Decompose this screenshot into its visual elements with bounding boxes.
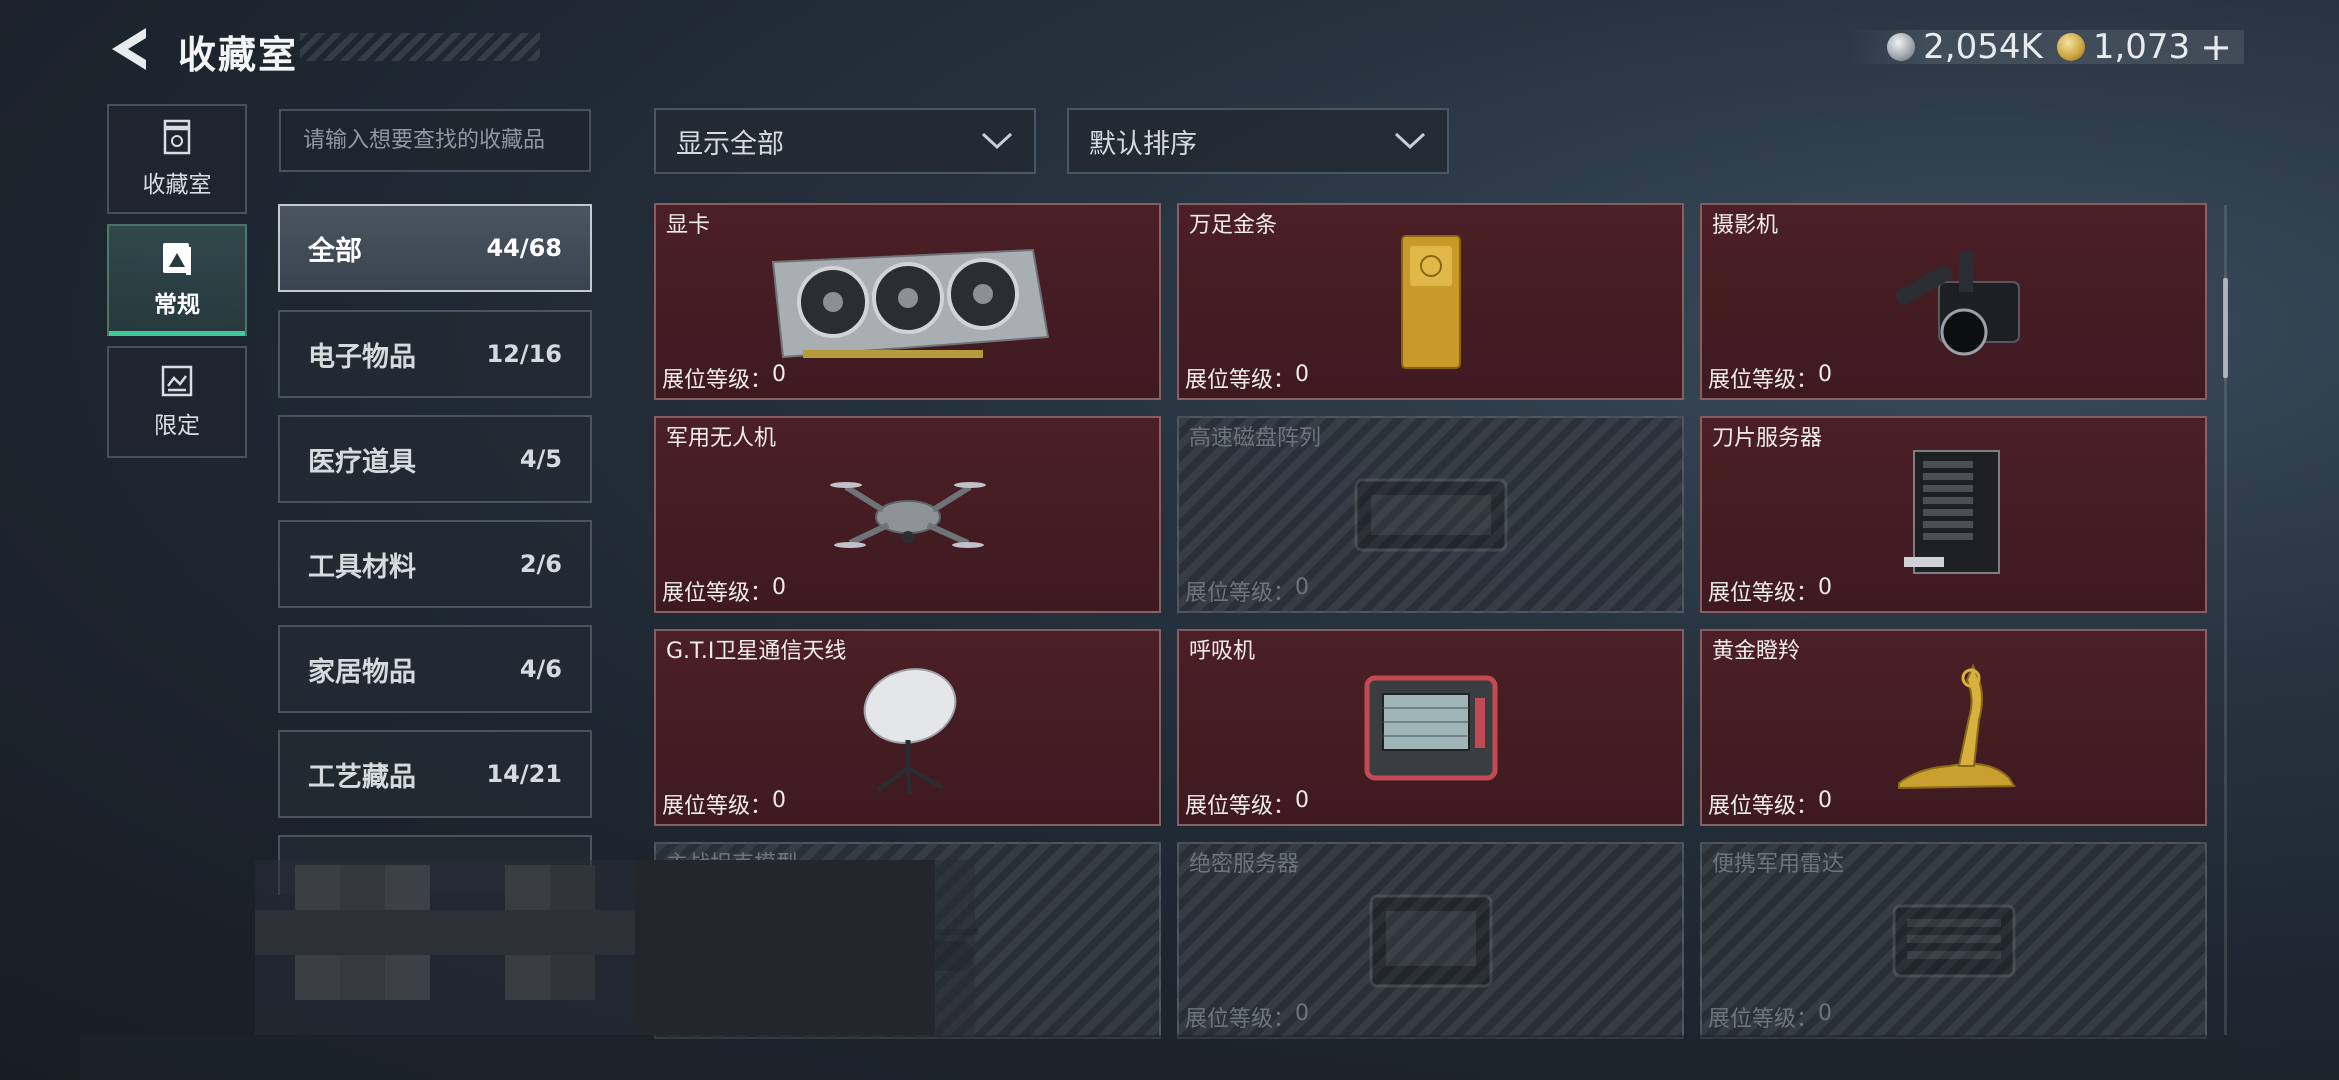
blade-server-icon [1903,449,2000,574]
collection-item-golden-gazelle[interactable]: 黄金瞪羚 展位等级： 0 [1700,629,2207,826]
category-count: 14/21 [486,760,562,788]
category-count: 44/68 [486,234,562,262]
booth-level: 展位等级： 0 [662,362,787,393]
back-arrow-icon [112,28,146,70]
item-name: 显卡 [666,213,711,238]
side-tab-label: 常规 [154,292,200,318]
booth-level: 展位等级： 0 [1708,1001,1833,1032]
standard-collection-icon [163,243,191,275]
booth-level: 展位等级： 0 [1185,575,1310,606]
active-tab-indicator [109,331,245,336]
currency-silver-value: 2,054K [1923,27,2043,67]
currency-gold[interactable]: 1,073 + [2056,25,2232,69]
disk-array-icon [1354,478,1507,551]
film-camera-icon [1894,251,2020,355]
bottom-strip [80,1035,2240,1080]
category-crafts[interactable]: 工艺藏品 14/21 [278,730,592,818]
chevron-down-icon [981,132,1013,150]
collection-item-secret-server[interactable]: 绝密服务器 展位等级： 0 [1177,842,1684,1039]
booth-level: 展位等级： 0 [1708,788,1833,819]
collection-item-satellite-antenna[interactable]: G.T.I卫星通信天线 展位等级： 0 [654,629,1161,826]
category-medical[interactable]: 医疗道具 4/5 [278,415,592,503]
display-filter-dropdown[interactable]: 显示全部 [654,108,1036,174]
booth-level: 展位等级： 0 [1708,575,1833,606]
booth-level: 展位等级： 0 [662,788,787,819]
graphics-card-icon [771,248,1049,358]
category-tools[interactable]: 工具材料 2/6 [278,520,592,608]
item-name: 呼吸机 [1189,639,1256,664]
item-name: 万足金条 [1189,213,1278,238]
category-all[interactable]: 全部 44/68 [278,204,592,292]
gold-bar-icon [1400,234,1461,369]
category-name: 全部 [308,235,362,267]
collection-item-military-drone[interactable]: 军用无人机 展位等级： 0 [654,416,1161,613]
search-input[interactable] [279,109,591,172]
booth-level: 展位等级： 0 [662,575,787,606]
category-name: 工艺藏品 [308,761,416,793]
currency-silver: 2,054K [1887,27,2043,67]
side-tab-standard[interactable]: 常规 [107,224,247,336]
display-filter-value: 显示全部 [676,128,784,160]
ventilator-icon [1364,675,1497,780]
item-name: 摄影机 [1712,213,1779,238]
showcase-icon [163,119,191,155]
side-tab-showcase[interactable]: 收藏室 [107,104,247,214]
back-button[interactable] [108,26,150,72]
portable-radar-icon [1892,904,2015,977]
currency-gold-value: 1,073 [2092,27,2191,67]
golden-gazelle-icon [1897,662,2016,789]
item-name: 便携军用雷达 [1712,852,1845,877]
satellite-dish-icon [863,667,956,794]
item-name: 刀片服务器 [1712,426,1823,451]
category-electronics[interactable]: 电子物品 12/16 [278,310,592,398]
collection-item-disk-array[interactable]: 高速磁盘阵列 展位等级： 0 [1177,416,1684,613]
item-name: 绝密服务器 [1189,852,1300,877]
grid-scrollbar-thumb[interactable] [2223,278,2228,378]
category-name: 电子物品 [308,341,416,373]
category-count: 12/16 [486,340,562,368]
page-title: 收藏室 [178,33,299,77]
item-name: 军用无人机 [666,426,777,451]
sort-dropdown[interactable]: 默认排序 [1067,108,1449,174]
sort-value: 默认排序 [1089,128,1197,160]
item-name: 黄金瞪羚 [1712,639,1801,664]
collection-item-film-camera[interactable]: 摄影机 展位等级： 0 [1700,203,2207,400]
silver-coin-icon [1887,33,1916,61]
currency-bar: 2,054K 1,073 + [1847,25,2244,69]
collection-item-gold-bar[interactable]: 万足金条 展位等级： 0 [1177,203,1684,400]
collection-item-blade-server[interactable]: 刀片服务器 展位等级： 0 [1700,416,2207,613]
side-tab-limited[interactable]: 限定 [107,346,247,458]
title-decoration [300,33,540,61]
limited-collection-icon [161,365,193,397]
category-count: 4/6 [519,655,562,683]
booth-level: 展位等级： 0 [1185,362,1310,393]
item-name: G.T.I卫星通信天线 [666,639,847,664]
booth-level: 展位等级： 0 [1708,362,1833,393]
category-count: 2/6 [519,550,562,578]
category-name: 工具材料 [308,551,416,583]
booth-level: 展位等级： 0 [1185,1001,1310,1032]
category-count: 4/5 [519,445,562,473]
item-name: 高速磁盘阵列 [1189,426,1322,451]
category-name: 家居物品 [308,656,416,688]
chevron-down-icon [1394,132,1426,150]
category-name: 医疗道具 [308,446,416,478]
category-household[interactable]: 家居物品 4/6 [278,625,592,713]
mosaic-overlay [255,860,975,1035]
collection-item-portable-radar[interactable]: 便携军用雷达 展位等级： 0 [1700,842,2207,1039]
booth-level: 展位等级： 0 [1185,788,1310,819]
drone-icon [829,481,986,548]
gold-coin-icon [2056,33,2085,61]
side-tab-label: 收藏室 [142,172,212,198]
secret-server-icon [1369,894,1492,987]
collection-item-graphics-card[interactable]: 显卡 展位等级： 0 [654,203,1161,400]
collection-item-ventilator[interactable]: 呼吸机 展位等级： 0 [1177,629,1684,826]
add-currency-icon[interactable]: + [2200,25,2232,69]
side-tab-label: 限定 [154,413,200,439]
